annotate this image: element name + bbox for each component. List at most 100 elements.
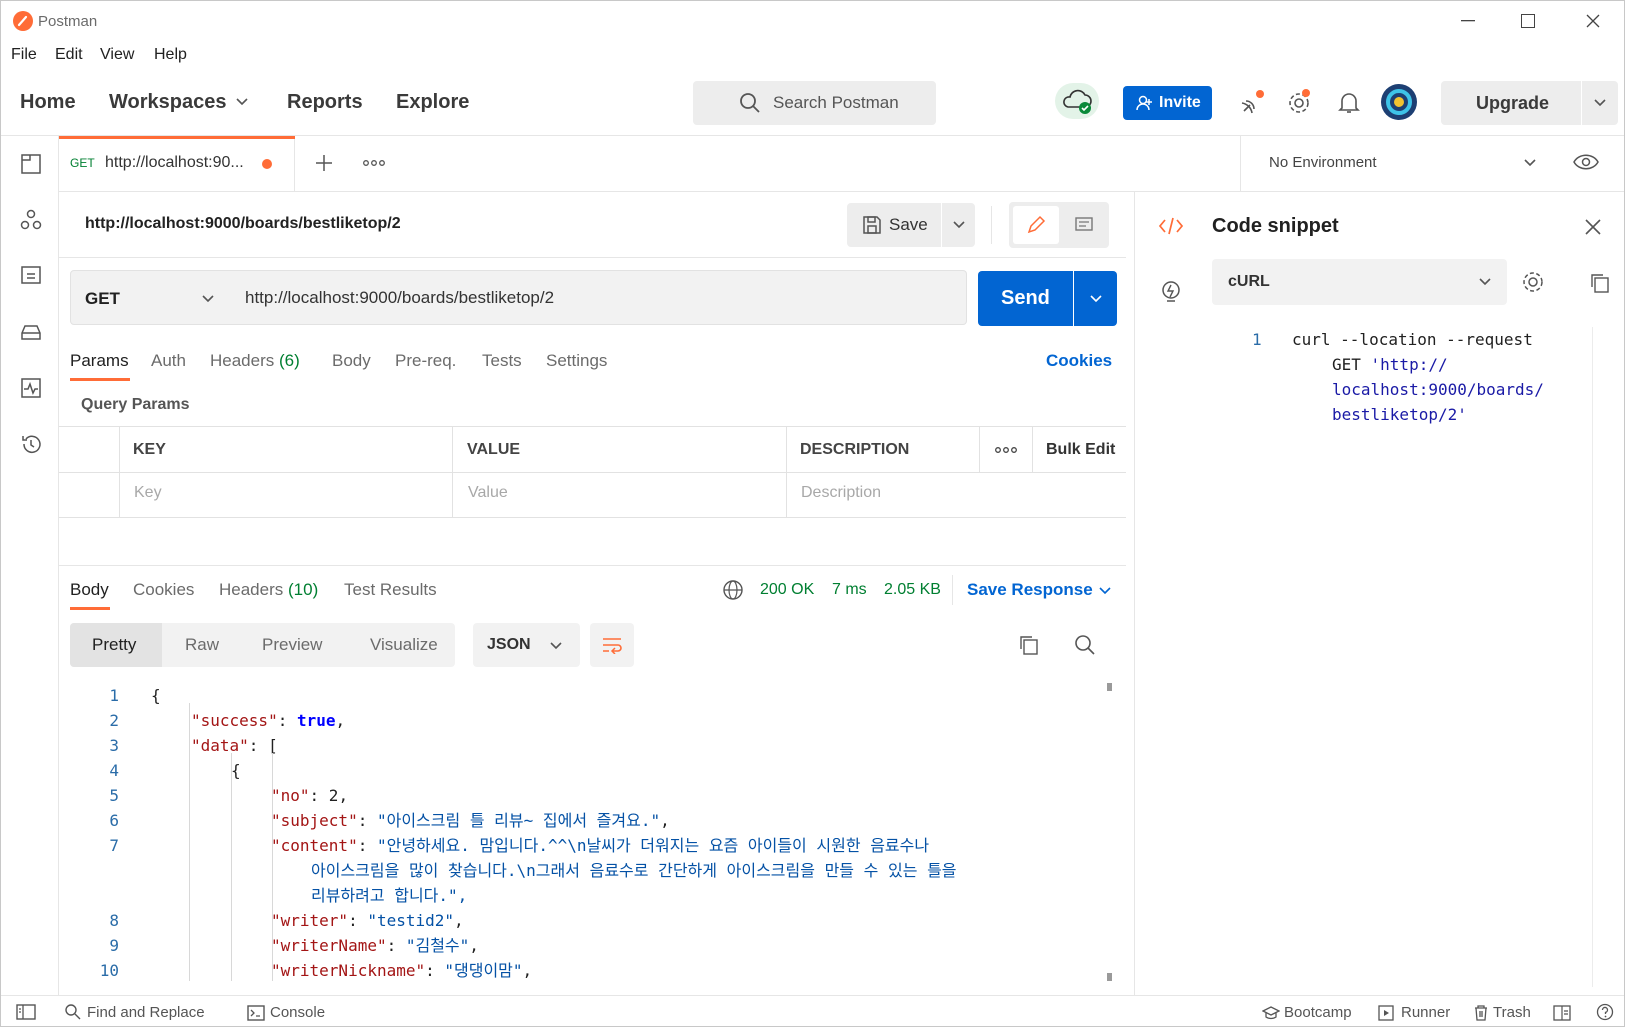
- tab-tests[interactable]: Tests: [482, 351, 522, 371]
- key-input[interactable]: Key: [134, 484, 162, 502]
- maximize-icon[interactable]: [1513, 9, 1543, 33]
- view-raw[interactable]: Raw: [185, 635, 219, 655]
- copy-icon[interactable]: [1018, 634, 1040, 656]
- save-dropdown[interactable]: [942, 203, 975, 247]
- monitors-icon[interactable]: [20, 377, 42, 399]
- invite-button[interactable]: Invite: [1123, 86, 1212, 120]
- code-content: "subject": "아이스크림 틀 리뷰~ 집에서 즐겨요.",: [271, 811, 670, 830]
- runner-button[interactable]: Runner: [1401, 1004, 1450, 1021]
- request-tab[interactable]: GET http://localhost:90...: [59, 136, 295, 191]
- send-button[interactable]: Send: [978, 271, 1073, 326]
- menu-file[interactable]: File: [11, 46, 37, 64]
- save-button[interactable]: Save: [847, 203, 941, 247]
- code-snippet-body[interactable]: 1 curl --location --request GET 'http://…: [1212, 327, 1592, 447]
- console-button[interactable]: Console: [270, 1004, 325, 1021]
- wrap-lines-icon[interactable]: [590, 623, 634, 667]
- table-options-icon[interactable]: [995, 446, 1017, 454]
- cookies-link[interactable]: Cookies: [1046, 351, 1112, 371]
- avatar[interactable]: [1381, 84, 1417, 120]
- environment-eye-icon[interactable]: [1573, 153, 1599, 171]
- nav-workspaces[interactable]: Workspaces: [109, 91, 226, 114]
- nav-reports[interactable]: Reports: [287, 91, 363, 114]
- history-icon[interactable]: [20, 433, 42, 455]
- nav-explore[interactable]: Explore: [396, 91, 469, 114]
- comments-icon[interactable]: [1063, 206, 1105, 244]
- bulk-edit-button[interactable]: Bulk Edit: [1046, 441, 1115, 459]
- indent-guide: [231, 753, 232, 981]
- notification-bell-icon[interactable]: [1337, 90, 1361, 116]
- bootcamp-button[interactable]: Bootcamp: [1284, 1004, 1352, 1021]
- code-content: "data": [: [191, 736, 278, 755]
- tab-params[interactable]: Params: [70, 351, 129, 371]
- tab-auth[interactable]: Auth: [151, 351, 186, 371]
- tab-settings[interactable]: Settings: [546, 351, 607, 371]
- view-preview[interactable]: Preview: [262, 635, 322, 655]
- settings-gear-icon[interactable]: [1286, 88, 1314, 116]
- nav-home[interactable]: Home: [20, 91, 76, 114]
- menu-edit[interactable]: Edit: [55, 46, 83, 64]
- tab-prereq[interactable]: Pre-req.: [395, 351, 456, 371]
- two-pane-icon[interactable]: [1553, 1005, 1571, 1021]
- tab-headers[interactable]: Headers (6): [210, 351, 300, 371]
- save-response-button[interactable]: Save Response: [967, 580, 1093, 600]
- edit-pencil-icon[interactable]: [1013, 206, 1059, 244]
- upgrade-button[interactable]: Upgrade: [1441, 81, 1581, 125]
- view-pretty[interactable]: Pretty: [70, 623, 162, 667]
- snippet-line-3: localhost:9000/boards/: [1332, 380, 1544, 399]
- menu-help[interactable]: Help: [154, 46, 187, 64]
- menu-view[interactable]: View: [100, 46, 134, 64]
- response-headers-label: Headers: [219, 580, 284, 599]
- toggle-sidebar-icon[interactable]: [16, 1004, 36, 1020]
- format-select[interactable]: JSON: [473, 623, 580, 667]
- close-window-icon[interactable]: [1578, 9, 1608, 33]
- invite-label: Invite: [1159, 94, 1201, 111]
- url-input[interactable]: http://localhost:9000/boards/bestliketop…: [229, 270, 967, 325]
- response-size[interactable]: 2.05 KB: [884, 581, 941, 599]
- unsaved-dot-icon: [262, 159, 272, 169]
- response-tab-body[interactable]: Body: [70, 580, 109, 600]
- chevron-down-icon[interactable]: [1098, 586, 1112, 596]
- new-tab-plus-icon[interactable]: [314, 153, 334, 173]
- more-tabs-icon[interactable]: [363, 159, 385, 167]
- environments-icon[interactable]: [20, 265, 42, 287]
- snippet-settings-gear-icon[interactable]: [1521, 270, 1545, 294]
- description-input[interactable]: Description: [801, 484, 881, 502]
- collections-icon[interactable]: [20, 153, 42, 175]
- response-scrollbar[interactable]: [1105, 683, 1114, 983]
- snippet-language-select[interactable]: cURL: [1212, 259, 1507, 305]
- close-icon[interactable]: [1584, 218, 1602, 236]
- mock-servers-icon[interactable]: [20, 321, 42, 343]
- chevron-down-icon[interactable]: [1523, 158, 1537, 168]
- minimize-icon[interactable]: [1453, 9, 1483, 33]
- snippet-copy-icon[interactable]: [1589, 272, 1611, 294]
- lightbulb-icon[interactable]: [1158, 279, 1184, 305]
- postman-logo-icon: [13, 11, 33, 31]
- apis-icon[interactable]: [20, 209, 42, 231]
- upgrade-dropdown[interactable]: [1582, 81, 1618, 125]
- send-dropdown[interactable]: [1074, 271, 1117, 326]
- response-body-viewer[interactable]: 1{2 "success": true, 3 "data": [4{5 "no": 2,…: [59, 681, 1099, 981]
- sync-cloud-icon[interactable]: [1055, 83, 1099, 119]
- snippet-scrollbar[interactable]: [1592, 327, 1593, 987]
- view-visualize[interactable]: Visualize: [370, 635, 438, 655]
- trash-button[interactable]: Trash: [1493, 1004, 1531, 1021]
- response-time[interactable]: 7 ms: [832, 581, 867, 599]
- value-input[interactable]: Value: [468, 484, 508, 502]
- response-tab-headers[interactable]: Headers (10): [219, 580, 318, 600]
- response-tab-tests[interactable]: Test Results: [344, 580, 437, 600]
- help-icon[interactable]: [1596, 1003, 1614, 1021]
- status-code[interactable]: 200 OK: [760, 581, 814, 599]
- satellite-icon[interactable]: [1238, 89, 1266, 117]
- request-name[interactable]: http://localhost:9000/boards/bestliketop…: [85, 215, 401, 233]
- mode-toggle[interactable]: [1009, 202, 1109, 248]
- code-line: 7 "content": "안녕하세요. 맘입니다.^^\n날씨가 더워지는 요즘…: [59, 833, 1099, 858]
- code-icon[interactable]: [1158, 216, 1184, 236]
- tab-body[interactable]: Body: [332, 351, 371, 371]
- environment-select[interactable]: No Environment: [1269, 154, 1377, 171]
- postman-window: Postman File Edit View Help Home Workspa…: [0, 0, 1625, 1027]
- method-select[interactable]: GET: [70, 270, 230, 325]
- response-tab-cookies[interactable]: Cookies: [133, 580, 194, 600]
- search-box[interactable]: Search Postman: [693, 81, 936, 125]
- find-and-replace-button[interactable]: Find and Replace: [87, 1004, 205, 1021]
- search-response-icon[interactable]: [1074, 634, 1096, 656]
